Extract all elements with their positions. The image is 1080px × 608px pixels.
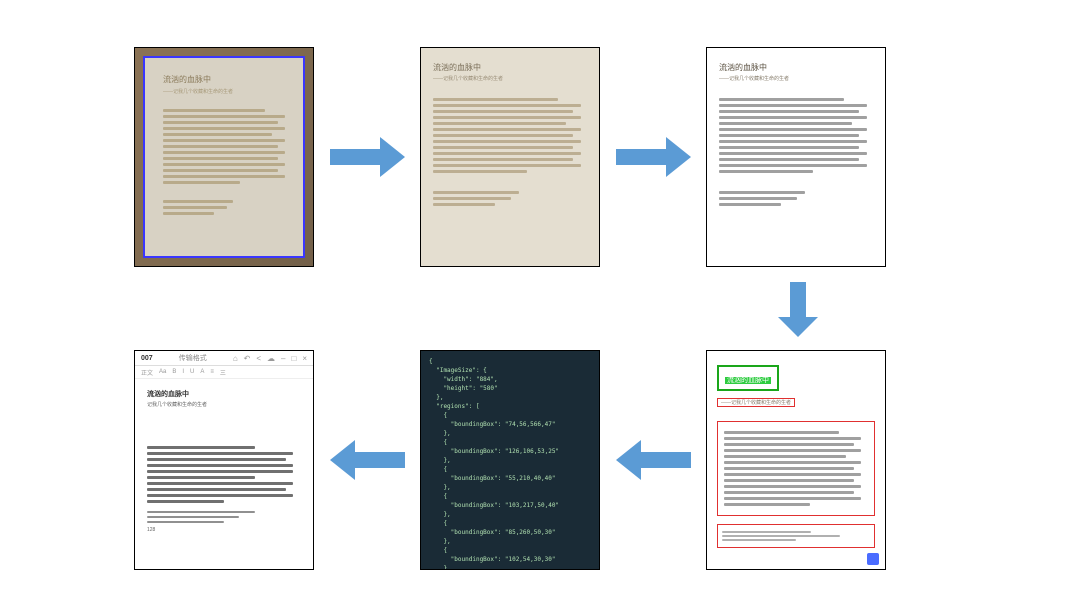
doc-pagenum: 128 <box>147 527 301 533</box>
tool-color[interactable]: A <box>200 369 204 375</box>
close-icon[interactable]: × <box>302 354 307 363</box>
tool-list[interactable]: 三 <box>220 368 226 377</box>
arrow-left-2 <box>330 440 405 480</box>
editor-status: 传输格式 <box>179 353 207 363</box>
arrow-left-1 <box>616 440 691 480</box>
page-title: 流汹的血脉中 <box>719 62 875 73</box>
editor-toolbar: 正文 Aa B I U A ≡ 三 <box>135 366 313 379</box>
stage-3-cleaned: 流汹的血脉中 ——记我几个收藏和生命的生者 <box>706 47 886 267</box>
stage-5-json-output: { "ImageSize": { "width": "884", "height… <box>420 350 600 570</box>
undo-icon[interactable]: ↶ <box>244 354 251 363</box>
stage-4-detections: 流汹的血脉中 ——记我几个收藏和生命的生者 <box>706 350 886 570</box>
page-subtitle: ——记我几个收藏和生命的生者 <box>719 75 875 82</box>
pagenum-detection-box <box>867 553 879 565</box>
footnote-detection-box <box>717 524 875 548</box>
tool-font[interactable]: Aa <box>159 369 166 375</box>
cloud-icon[interactable]: ☁ <box>267 354 275 363</box>
tool-bold[interactable]: B <box>172 369 176 375</box>
stage-2-deskewed: 流汹的血脉中 ——记我几个收藏和生命的生者 <box>420 47 600 267</box>
arrow-down-1 <box>778 282 818 337</box>
editor-titlebar: 007 传输格式 ⌂ ↶ < ☁ – □ × <box>135 351 313 366</box>
arrow-right-2 <box>616 137 691 177</box>
share-icon[interactable]: < <box>256 354 261 363</box>
body-detection-box <box>717 421 875 516</box>
tool-style[interactable]: 正文 <box>141 368 153 377</box>
stage-1-photo: 流汹的血脉中 ——记我几个收藏和生命的生者 <box>134 47 314 267</box>
tool-align[interactable]: ≡ <box>210 369 214 375</box>
page-title: 流汹的血脉中 <box>433 62 589 73</box>
tool-italic[interactable]: I <box>182 369 184 375</box>
editor-filename: 007 <box>141 355 153 362</box>
minimize-icon[interactable]: – <box>281 354 285 363</box>
page-subtitle: ——记我几个收藏和生命的生者 <box>163 88 291 95</box>
title-detection-box: 流汹的血脉中 <box>717 365 779 391</box>
arrow-right-1 <box>330 137 405 177</box>
doc-subtitle: 记我几个收藏和生命的生者 <box>147 401 301 408</box>
stage-6-editor: 007 传输格式 ⌂ ↶ < ☁ – □ × 正文 Aa B <box>134 350 314 570</box>
home-icon[interactable]: ⌂ <box>233 354 238 363</box>
doc-title: 流汹的血脉中 <box>147 389 301 399</box>
terminal-content: { "ImageSize": { "width": "884", "height… <box>421 351 599 569</box>
tool-underline[interactable]: U <box>190 369 194 375</box>
subtitle-detection-box: ——记我几个收藏和生命的生者 <box>717 398 795 407</box>
page-subtitle: ——记我几个收藏和生命的生者 <box>433 75 589 82</box>
pipeline-diagram: 流汹的血脉中 ——记我几个收藏和生命的生者 <box>0 0 1080 608</box>
maximize-icon[interactable]: □ <box>291 354 296 363</box>
page-title: 流汹的血脉中 <box>163 74 291 85</box>
